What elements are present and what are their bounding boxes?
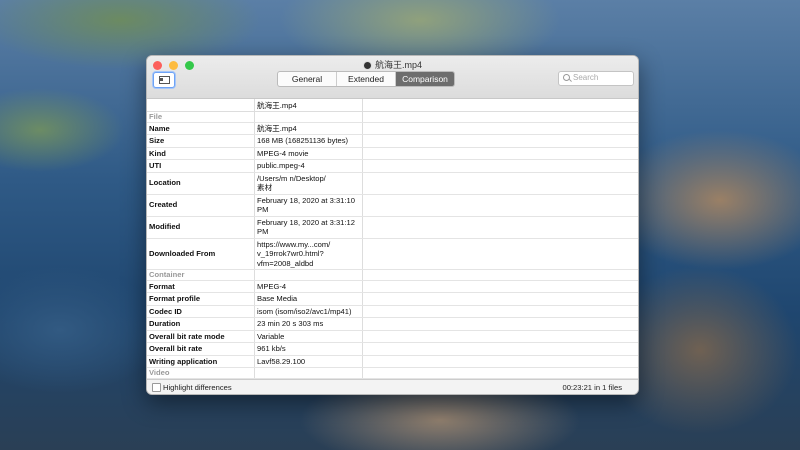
table-row[interactable]: Modified February 18, 2020 at 3:31:12 PM	[147, 216, 638, 239]
section-row[interactable]: Video	[147, 368, 638, 379]
table-rows: File Name 航海王.mp4 Size 168 MB (168251136 byt…	[147, 112, 638, 379]
table-row[interactable]: Downloaded From https://www.my...com/ v_1…	[147, 238, 638, 270]
section-row[interactable]: Container	[147, 270, 638, 281]
table-row[interactable]: UTI public.mpeg-4	[147, 160, 638, 173]
highlight-differences-label[interactable]: Highlight differences	[163, 383, 232, 392]
table-row[interactable]: Created February 18, 2020 at 3:31:10 PM	[147, 194, 638, 217]
property-label: Overall bit rate	[147, 343, 255, 355]
property-value: Variable	[255, 330, 363, 342]
empty-cell	[363, 318, 638, 330]
property-value: MPEG-4 movie	[255, 147, 363, 159]
empty-cell	[363, 293, 638, 305]
property-value: 航海王.mp4	[255, 122, 363, 134]
view-tabs: General Extended Comparison	[277, 71, 455, 87]
empty-cell	[363, 112, 638, 122]
property-label: Downloaded From	[147, 238, 255, 269]
property-label: Modified	[147, 216, 255, 238]
property-value: February 18, 2020 at 3:31:10 PM	[255, 194, 363, 216]
status-text: 00:23:21 in 1 files	[562, 383, 622, 392]
search-icon	[563, 74, 570, 81]
movie-file-icon	[362, 61, 372, 71]
property-value: February 18, 2020 at 3:31:12 PM	[255, 216, 363, 238]
search-field[interactable]: Search	[558, 71, 634, 86]
property-label: Location	[147, 172, 255, 194]
empty-cell	[363, 195, 638, 216]
table-row[interactable]: Format profile Base Media	[147, 293, 638, 306]
section-label: Video	[147, 368, 255, 378]
comparison-table: 航海王.mp4 File Name 航海王.mp4 Size 168 MB (16825…	[147, 99, 638, 379]
property-value	[255, 368, 363, 378]
tab-extended[interactable]: Extended	[337, 72, 396, 86]
property-label: Format	[147, 280, 255, 292]
empty-column-header	[363, 99, 638, 111]
sidebar-icon-dot	[160, 78, 163, 81]
property-label: Writing application	[147, 355, 255, 367]
property-value: Lavf58.29.100	[255, 355, 363, 367]
empty-cell	[363, 239, 638, 270]
property-label: Name	[147, 122, 255, 134]
empty-cell	[363, 270, 638, 280]
empty-cell	[363, 135, 638, 147]
property-value: MPEG-4	[255, 280, 363, 292]
property-value	[255, 112, 363, 122]
property-label: Overall bit rate mode	[147, 330, 255, 342]
table-row[interactable]: Overall bit rate mode Variable	[147, 330, 638, 343]
table-row[interactable]: Name 航海王.mp4	[147, 122, 638, 135]
property-label: Format profile	[147, 293, 255, 305]
property-label: Codec ID	[147, 305, 255, 317]
property-label: Size	[147, 135, 255, 147]
property-value: https://www.my...com/ v_19rrok7wr0.html?…	[255, 238, 363, 269]
property-value: 23 min 20 s 303 ms	[255, 318, 363, 330]
property-value: Base Media	[255, 293, 363, 305]
highlight-differences-checkbox[interactable]	[152, 383, 161, 392]
property-value: 168 MB (168251136 bytes)	[255, 135, 363, 147]
table-row[interactable]: Duration 23 min 20 s 303 ms	[147, 318, 638, 331]
empty-cell	[363, 368, 638, 378]
table-row[interactable]: Writing application Lavf58.29.100	[147, 355, 638, 368]
property-value	[255, 270, 363, 280]
media-info-window: 航海王.mp4 General Extended Comparison Sear…	[146, 55, 639, 395]
toggle-sidebar-button[interactable]	[153, 72, 175, 88]
table-row[interactable]: Size 168 MB (168251136 bytes)	[147, 135, 638, 148]
file-column-header[interactable]: 航海王.mp4	[255, 99, 363, 111]
empty-cell	[363, 217, 638, 238]
table-header: 航海王.mp4	[147, 99, 638, 112]
titlebar: 航海王.mp4 General Extended Comparison Sear…	[147, 56, 638, 99]
section-row[interactable]: File	[147, 112, 638, 123]
property-label: UTI	[147, 160, 255, 172]
empty-cell	[363, 306, 638, 318]
empty-cell	[363, 281, 638, 293]
tab-general[interactable]: General	[278, 72, 337, 86]
search-placeholder: Search	[573, 73, 599, 82]
empty-cell	[363, 173, 638, 194]
property-label: Kind	[147, 147, 255, 159]
empty-cell	[363, 356, 638, 368]
property-label: Created	[147, 194, 255, 216]
empty-cell	[363, 331, 638, 343]
property-value: public.mpeg-4	[255, 160, 363, 172]
property-label: Duration	[147, 318, 255, 330]
property-column-header	[147, 99, 255, 111]
table-row[interactable]: Overall bit rate 961 kb/s	[147, 343, 638, 356]
section-label: File	[147, 112, 255, 122]
property-value: /Users/m n/Desktop/ 素材	[255, 172, 363, 194]
empty-cell	[363, 123, 638, 135]
property-value: 961 kb/s	[255, 343, 363, 355]
section-label: Container	[147, 270, 255, 280]
table-row[interactable]: Location/Users/m n/Desktop/ 素材	[147, 172, 638, 195]
table-row[interactable]: Format MPEG-4	[147, 280, 638, 293]
status-bar: Highlight differences 00:23:21 in 1 file…	[147, 379, 638, 394]
empty-cell	[363, 148, 638, 160]
empty-cell	[363, 160, 638, 172]
table-row[interactable]: Codec ID isom (isom/iso2/avc1/mp41)	[147, 305, 638, 318]
tab-comparison[interactable]: Comparison	[396, 72, 454, 86]
property-value: isom (isom/iso2/avc1/mp41)	[255, 305, 363, 317]
empty-cell	[363, 343, 638, 355]
window-title-text: 航海王.mp4	[374, 60, 422, 70]
window-title: 航海王.mp4	[147, 58, 638, 71]
table-row[interactable]: Kind MPEG-4 movie	[147, 147, 638, 160]
